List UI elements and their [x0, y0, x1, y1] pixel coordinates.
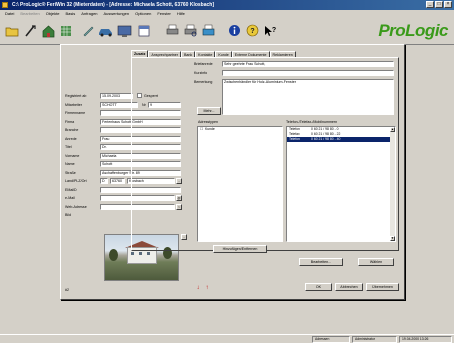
- menu-objekte[interactable]: Objekte: [43, 10, 63, 17]
- menu-anfragen[interactable]: Anfragen: [78, 10, 100, 17]
- status-datetime: 19.04.2000 13:26: [399, 336, 452, 343]
- database-icon[interactable]: [58, 22, 74, 39]
- adresstypen-list[interactable]: ☐ Kunde: [197, 126, 283, 242]
- waehlen-button[interactable]: Wählen: [358, 258, 394, 266]
- web-address-label: Web-Adresse: [65, 205, 87, 209]
- firma-label: Firma: [65, 120, 75, 124]
- briefanrede-label: Briefanrede: [194, 62, 213, 66]
- status-user: Administrator: [352, 336, 397, 343]
- kurzinfo-label: Kurzinfo: [194, 71, 208, 75]
- printer-preview-icon[interactable]: [182, 22, 198, 39]
- status-bar: Adressen Administrator 19.04.2000 13:26: [0, 334, 454, 343]
- anrede-label: Anrede: [65, 137, 77, 141]
- registered-field[interactable]: 15.09.2003: [100, 93, 133, 99]
- land-field[interactable]: D: [100, 178, 108, 184]
- bemerkung-field[interactable]: Zwischenhändler für Holz-Aluminium-Fenst…: [222, 79, 394, 115]
- whats-this-icon[interactable]: ?: [262, 22, 278, 39]
- plz-field[interactable]: 63760: [110, 178, 125, 184]
- arrow-down-icon[interactable]: ↓: [195, 284, 201, 292]
- print-setup-icon[interactable]: [200, 22, 216, 39]
- menu-optionen[interactable]: Optionen: [132, 10, 154, 17]
- menu-bar: Datei Bearbeiten Objekte Basis Anfragen …: [0, 10, 454, 17]
- titel-label: Titel: [65, 145, 72, 149]
- arrow-up-icon[interactable]: ↑: [204, 284, 210, 292]
- close-button[interactable]: ×: [444, 1, 452, 8]
- briefanrede-field[interactable]: Sehr geehrte Frau Schott,: [222, 61, 394, 67]
- branche-label: Branche: [65, 128, 79, 132]
- adresstyp-item[interactable]: ☐ Kunde: [198, 127, 282, 132]
- telefon-list[interactable]: Telefon 0 60 21 / 98 80 - 0 Telefax 0 60…: [286, 126, 396, 242]
- telefon-scrollbar[interactable]: ▲ ▼: [390, 127, 395, 241]
- name-label: Name: [65, 162, 75, 166]
- emaild-label: EMailD: [65, 188, 77, 192]
- strasse-label: Straße: [65, 171, 76, 175]
- svg-text:?: ?: [272, 27, 276, 34]
- menu-hilfe[interactable]: Hilfe: [174, 10, 188, 17]
- calendar-icon[interactable]: [136, 22, 152, 39]
- apply-button[interactable]: Übernehmen: [366, 283, 399, 291]
- menu-fenster[interactable]: Fenster: [154, 10, 174, 17]
- menu-auswertungen[interactable]: Auswertungen: [101, 10, 133, 17]
- minimize-button[interactable]: _: [426, 1, 434, 8]
- svg-text:?: ?: [250, 28, 254, 35]
- photo-window: [139, 252, 142, 255]
- car-icon[interactable]: [98, 22, 114, 39]
- menu-basis[interactable]: Basis: [63, 10, 79, 17]
- maximize-button[interactable]: □: [435, 1, 443, 8]
- telefon-row-selected[interactable]: Telefon 0 60 21 / 98 80 - 40: [287, 137, 395, 142]
- record-number-label: #2: [65, 288, 69, 292]
- cancel-button[interactable]: Abbrechen: [335, 283, 363, 291]
- info-icon[interactable]: [226, 22, 242, 39]
- menu-datei[interactable]: Datei: [2, 10, 17, 17]
- window-controls: _ □ ×: [426, 1, 452, 8]
- printer-icon[interactable]: [164, 22, 180, 39]
- status-module: Adressen: [312, 336, 350, 343]
- adresstyp-label: Kunde: [205, 127, 215, 131]
- bemerkung-label: Bemerkung: [194, 80, 213, 84]
- telefon-header: Telefon-/Telefax-/Mobilnummern: [286, 120, 338, 124]
- prologic-logo: ProLogic: [378, 21, 448, 40]
- scroll-down-icon[interactable]: ▼: [390, 236, 395, 241]
- mitarbeiter-label: Mitarbeiter: [65, 103, 82, 107]
- photo-window: [131, 252, 134, 255]
- help-icon[interactable]: ?: [244, 22, 260, 39]
- registered-label: Registriert ab: [65, 94, 87, 98]
- vorname-label: Vorname: [65, 154, 80, 158]
- pen-icon[interactable]: [80, 22, 96, 39]
- kurzinfo-field[interactable]: [222, 70, 394, 76]
- photo-window: [147, 252, 150, 255]
- photo-tree: [109, 249, 118, 261]
- title-bar: C:\ ProLogic® FeriWin 32 (Mieterdaten) -…: [0, 0, 454, 10]
- house-icon[interactable]: [40, 22, 56, 39]
- monitor-icon[interactable]: [116, 22, 132, 39]
- toolbar: ? ? ProLogic: [0, 17, 454, 45]
- hinzufuegen-entfernen-button[interactable]: Hinzufügen/Entfernen: [213, 245, 267, 253]
- ok-button[interactable]: OK: [305, 283, 332, 291]
- adresstypen-header: Adresstypen: [198, 120, 218, 124]
- app-icon: [2, 2, 8, 8]
- open-folder-icon[interactable]: [4, 22, 20, 39]
- scroll-up-icon[interactable]: ▲: [390, 127, 395, 132]
- menu-bearbeiten[interactable]: Bearbeiten: [17, 10, 42, 17]
- window-title: C:\ ProLogic® FeriWin 32 (Mieterdaten) -…: [12, 2, 215, 8]
- land-plz-ort-label: Land/PLZ/Ort: [65, 179, 87, 183]
- firmenname-label: Firmenname: [65, 111, 86, 115]
- bearbeiten-button[interactable]: Bearbeiten...: [299, 258, 343, 266]
- bild-label: Bild: [65, 213, 71, 217]
- pointer-icon[interactable]: [22, 22, 38, 39]
- telefon-type: Telefon: [289, 137, 300, 141]
- mehr-button[interactable]: Mehr...: [197, 107, 221, 115]
- email-label: e-Mail: [65, 196, 75, 200]
- telefon-number: 0 60 21 / 98 80 - 40: [311, 137, 341, 141]
